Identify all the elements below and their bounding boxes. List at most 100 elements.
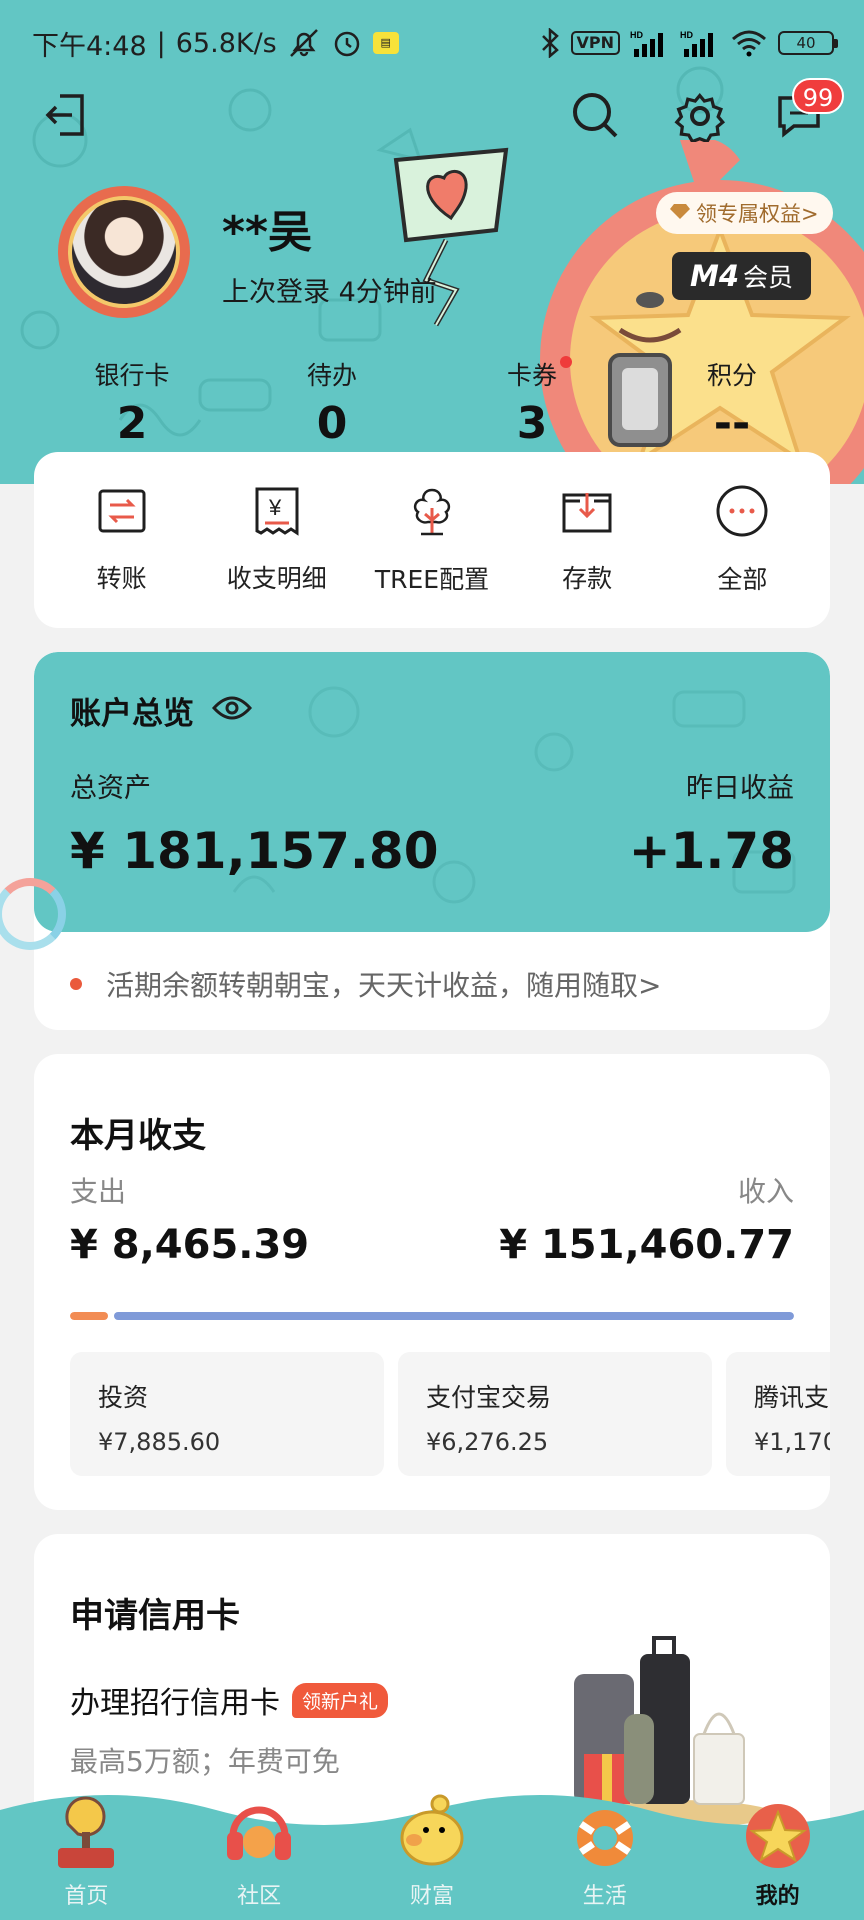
user-name: **吴: [222, 207, 313, 258]
stat-label: 银行卡: [94, 361, 170, 390]
battery-indicator: 40: [778, 31, 838, 55]
tree-icon: [405, 484, 459, 542]
vip-suffix: 会员: [743, 263, 794, 292]
account-summary: 账户总览 总资产 昨日收益 ¥ 181,157.80 +1.78: [34, 652, 830, 932]
action-label: TREE配置: [374, 565, 490, 594]
channel-amount: ¥1,170: [754, 1428, 830, 1456]
gear-icon[interactable]: [674, 90, 726, 146]
wifi-icon: [730, 29, 768, 57]
channel-card[interactable]: 腾讯支 ¥1,170: [726, 1352, 830, 1476]
stat-todo[interactable]: 待办 0: [232, 356, 432, 449]
channel-card[interactable]: 支付宝交易 ¥6,276.25: [398, 1352, 712, 1476]
promo-dot: [70, 978, 82, 990]
expense-value: ¥ 8,465.39: [70, 1222, 310, 1268]
clock: 下午4:48: [32, 30, 147, 62]
bottom-navigation: 首页 社区 财富 生活 我的: [0, 1780, 864, 1920]
channel-name: 支付宝交易: [426, 1383, 552, 1412]
action-statement[interactable]: ¥ 收支明细: [202, 485, 352, 595]
expense-label: 支出: [70, 1175, 127, 1208]
nav-label: 财富: [409, 1884, 454, 1909]
new-coupon-dot: [560, 356, 572, 368]
action-tree-config[interactable]: TREE配置: [357, 484, 507, 596]
action-all[interactable]: 全部: [667, 484, 817, 596]
action-label: 全部: [717, 565, 768, 594]
gramophone-icon: [46, 1786, 126, 1880]
search-icon[interactable]: [570, 90, 620, 144]
total-assets-label: 总资产: [70, 773, 151, 804]
channel-amount: ¥7,885.60: [98, 1428, 221, 1456]
total-assets-value: ¥ 181,157.80: [70, 822, 439, 880]
svg-text:HD: HD: [680, 30, 693, 40]
nav-home[interactable]: 首页: [0, 1780, 173, 1920]
message-count-badge: 99: [792, 78, 844, 114]
avatar-image: [68, 196, 180, 308]
mute-bell-icon: [287, 28, 321, 58]
stat-value: 0: [316, 398, 348, 449]
vpn-indicator: VPN: [570, 31, 620, 55]
spending-channels: 投资 ¥7,885.60 支付宝交易 ¥6,276.25 腾讯支 ¥1,170: [70, 1352, 830, 1476]
nav-community[interactable]: 社区: [173, 1780, 346, 1920]
stat-bank-cards[interactable]: 银行卡 2: [32, 356, 232, 449]
status-bar: 下午4:48 | 65.8K/s ▤ VPN HD HD 40: [0, 0, 864, 86]
account-title: 账户总览: [70, 688, 253, 733]
logout-icon[interactable]: [42, 92, 88, 142]
nav-label: 我的: [755, 1884, 800, 1909]
transfer-icon: [96, 485, 148, 541]
network-speed: 65.8K/s: [175, 27, 277, 59]
stat-label: 积分: [706, 361, 757, 390]
account-stats: 银行卡 2 待办 0 卡券 3 积分 --: [0, 356, 864, 449]
stat-value: --: [713, 398, 751, 449]
stat-coupons[interactable]: 卡券 3: [432, 356, 632, 449]
expense-income-bar: [70, 1312, 794, 1320]
yesterday-yield-label: 昨日收益: [686, 773, 794, 804]
nav-wealth[interactable]: 财富: [346, 1780, 519, 1920]
app-notification-icon: ▤: [372, 32, 399, 54]
action-deposit[interactable]: 存款: [512, 485, 662, 595]
nav-mine[interactable]: 我的: [691, 1780, 864, 1920]
stat-points[interactable]: 积分 --: [632, 356, 832, 449]
headphones-icon: [219, 1786, 299, 1880]
last-login-text: 上次登录 4分钟前: [222, 277, 437, 308]
action-label: 收支明细: [226, 564, 327, 593]
stat-value: 2: [116, 398, 148, 449]
channel-name: 腾讯支: [754, 1383, 830, 1412]
expense-bar: [70, 1312, 109, 1320]
action-transfer[interactable]: 转账: [47, 485, 197, 595]
diamond-icon: [670, 201, 690, 225]
deposit-icon: [560, 485, 614, 541]
piggy-bank-icon: [392, 1786, 472, 1880]
month-title: 本月收支: [70, 1116, 206, 1156]
channel-name: 投资: [98, 1383, 149, 1412]
income-value: ¥ 151,460.77: [499, 1222, 794, 1268]
nav-life[interactable]: 生活: [518, 1780, 691, 1920]
income-label: 收入: [737, 1175, 794, 1208]
yesterday-yield-value: +1.78: [628, 822, 794, 880]
stat-label: 卡券: [506, 361, 557, 390]
quick-actions: 转账 ¥ 收支明细 TREE配置 存款 全部: [34, 452, 830, 628]
monthly-summary-card[interactable]: 本月收支 支出 收入 ¥ 8,465.39 ¥ 151,460.77 投资 ¥7…: [34, 1054, 830, 1510]
gift-tag: 领新户礼: [292, 1682, 389, 1718]
nav-label: 生活: [582, 1884, 627, 1909]
avatar[interactable]: [58, 186, 190, 318]
alarm-icon: [331, 28, 363, 58]
channel-amount: ¥6,276.25: [426, 1428, 549, 1456]
signal-icon-2: HD: [680, 29, 720, 57]
vip-level: M4: [690, 259, 740, 293]
promo-text: 活期余额转朝朝宝，天天计收益，随用随取>: [106, 969, 662, 1002]
star-mascot-icon: [738, 1786, 818, 1880]
stat-label: 待办: [306, 361, 357, 390]
bluetooth-icon: [539, 28, 561, 58]
stat-value: 3: [516, 398, 548, 449]
vip-level-badge[interactable]: M4 会员: [672, 252, 812, 300]
credit-title: 申请信用卡: [70, 1596, 240, 1636]
nav-label: 首页: [64, 1884, 109, 1909]
eye-icon[interactable]: [211, 693, 253, 729]
perk-label: 领专属权益>: [696, 202, 819, 226]
swim-ring-icon: [565, 1786, 645, 1880]
more-icon: [715, 484, 769, 542]
account-overview-card[interactable]: 账户总览 总资产 昨日收益 ¥ 181,157.80 +1.78 活期余额转朝朝…: [34, 652, 830, 1030]
exclusive-perks-button[interactable]: 领专属权益>: [656, 192, 833, 234]
channel-card[interactable]: 投资 ¥7,885.60: [70, 1352, 384, 1476]
savings-promo-link[interactable]: 活期余额转朝朝宝，天天计收益，随用随取>: [70, 964, 661, 1004]
credit-card-name: 办理招行信用卡 领新户礼: [70, 1678, 389, 1722]
